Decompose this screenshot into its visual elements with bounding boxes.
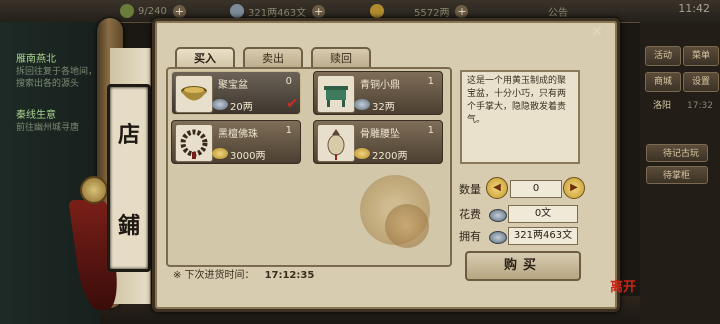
item-name: 黑檀佛珠 (218, 129, 258, 140)
antique-label: 待记古玩 (663, 149, 700, 159)
quest-title: 秦线生意 (16, 110, 56, 121)
stamina-stat: 9/240 + (120, 3, 186, 19)
decrease-quantity-button[interactable]: ◀ (486, 177, 508, 199)
cost-value: 0文 (508, 205, 578, 223)
coin-watermark (385, 204, 429, 248)
tab-buy-label: 买入 (194, 52, 216, 65)
notice-label: 公告 (548, 7, 568, 19)
item-price: 3000两 (230, 151, 266, 162)
clock: 11:42 (678, 2, 710, 15)
list-item[interactable]: 黑檀佛珠 1 3000两 (171, 120, 301, 164)
quest-body: 前往幽州城寻唐 (16, 123, 80, 133)
antique-button[interactable]: 待记古玩 (646, 144, 708, 162)
quest-title: 雁南燕北 (16, 54, 56, 65)
gold-icon (354, 148, 370, 159)
add-gold-button[interactable]: + (455, 4, 469, 18)
location-time-text: 17:32 (687, 101, 713, 111)
cost-label: 花费 (459, 208, 481, 221)
jade-knot-decoration (80, 176, 108, 204)
bronze-cauldron-icon (317, 75, 355, 113)
item-qty: 1 (427, 76, 434, 87)
sign-char: 店 (117, 121, 140, 148)
silver-value: 321两463文 (248, 7, 307, 19)
quantity-label: 数量 (459, 183, 481, 196)
menu-label: 菜单 (691, 51, 710, 61)
settings-label: 设置 (691, 77, 710, 87)
silver-icon (230, 4, 244, 18)
tab-buy[interactable]: 买入 (175, 47, 235, 67)
sign-char: 鋪 (117, 212, 140, 239)
item-name: 青铜小鼎 (360, 80, 400, 91)
add-silver-button[interactable]: + (312, 4, 326, 18)
list-item[interactable]: 骨雕腰坠 1 2200两 (313, 120, 443, 164)
gold-stat: 5572两 + (370, 3, 469, 19)
list-item[interactable]: 聚宝盆 0 20两 ✔ (171, 71, 301, 115)
close-icon[interactable]: ✕ (586, 21, 608, 43)
tab-sell-label: 卖出 (262, 52, 284, 65)
quest-body: 拆回往复于各地间，搜索出各的源头 (16, 67, 98, 89)
settings-button[interactable]: 设置 (683, 72, 719, 92)
tab-redeem-label: 赎回 (330, 52, 352, 65)
location-time: 17:32 (683, 97, 717, 115)
item-qty: 0 (285, 76, 292, 87)
tab-sell[interactable]: 卖出 (243, 47, 303, 67)
gold-icon (212, 148, 228, 159)
mall-label: 商城 (653, 77, 672, 87)
manager-button[interactable]: 待掌柜 (646, 166, 708, 184)
bone-pendant-icon (317, 124, 355, 162)
add-stamina-button[interactable]: + (172, 4, 186, 18)
item-price: 2200两 (372, 151, 408, 162)
item-price: 20两 (230, 102, 253, 113)
treasure-bowl-icon (175, 75, 213, 113)
item-name: 聚宝盆 (218, 80, 248, 91)
stamina-icon (120, 4, 134, 18)
silver-icon (489, 209, 507, 222)
restock-timer: ※ 下次进货时间： 17:12:35 (173, 266, 314, 281)
gold-value: 5572两 (414, 7, 450, 19)
quantity-field[interactable]: 0 (510, 180, 562, 198)
mall-button[interactable]: 商城 (645, 72, 681, 92)
item-description: 这是一个用黄玉制成的聚宝盆，十分小巧，只有两个手掌大，隐隐散发着贵气。 (460, 70, 580, 164)
item-qty: 1 (427, 125, 434, 136)
shop-sign: 店 鋪 (107, 84, 151, 272)
own-value: 321两463文 (508, 227, 578, 245)
item-qty: 1 (285, 125, 292, 136)
item-price: 32两 (372, 102, 395, 113)
silver-icon (212, 99, 228, 110)
restock-time: 17:12:35 (264, 270, 315, 281)
silver-icon (354, 99, 370, 110)
location-label: 洛阳 (645, 97, 679, 115)
quest-item[interactable]: 秦线生意 前往幽州城寻唐 (16, 110, 98, 134)
silver-stat: 321两463文 + (230, 3, 326, 19)
leave-button[interactable]: 离开 (610, 276, 636, 295)
gold-icon (370, 4, 384, 18)
list-item[interactable]: 青铜小鼎 1 32两 (313, 71, 443, 115)
own-label: 拥有 (459, 230, 481, 243)
silver-icon (489, 231, 507, 244)
restock-label: ※ 下次进货时间： (173, 270, 255, 281)
tab-redeem[interactable]: 赎回 (311, 47, 371, 67)
checkmark-icon: ✔ (286, 96, 298, 112)
manager-label: 待掌柜 (663, 171, 691, 181)
quest-item[interactable]: 雁南燕北 拆回往复于各地间，搜索出各的源头 (16, 54, 98, 90)
stamina-value: 9/240 (138, 5, 167, 17)
menu-button[interactable]: 菜单 (683, 46, 719, 66)
location-text: 洛阳 (652, 101, 671, 111)
increase-quantity-button[interactable]: ▶ (563, 177, 585, 199)
item-name: 骨雕腰坠 (360, 129, 400, 140)
prayer-beads-icon (175, 124, 213, 162)
activity-button[interactable]: 活动 (645, 46, 681, 66)
buy-button[interactable]: 购买 (465, 251, 581, 281)
activity-label: 活动 (653, 51, 672, 61)
notice-button[interactable]: 公告 (548, 3, 568, 19)
